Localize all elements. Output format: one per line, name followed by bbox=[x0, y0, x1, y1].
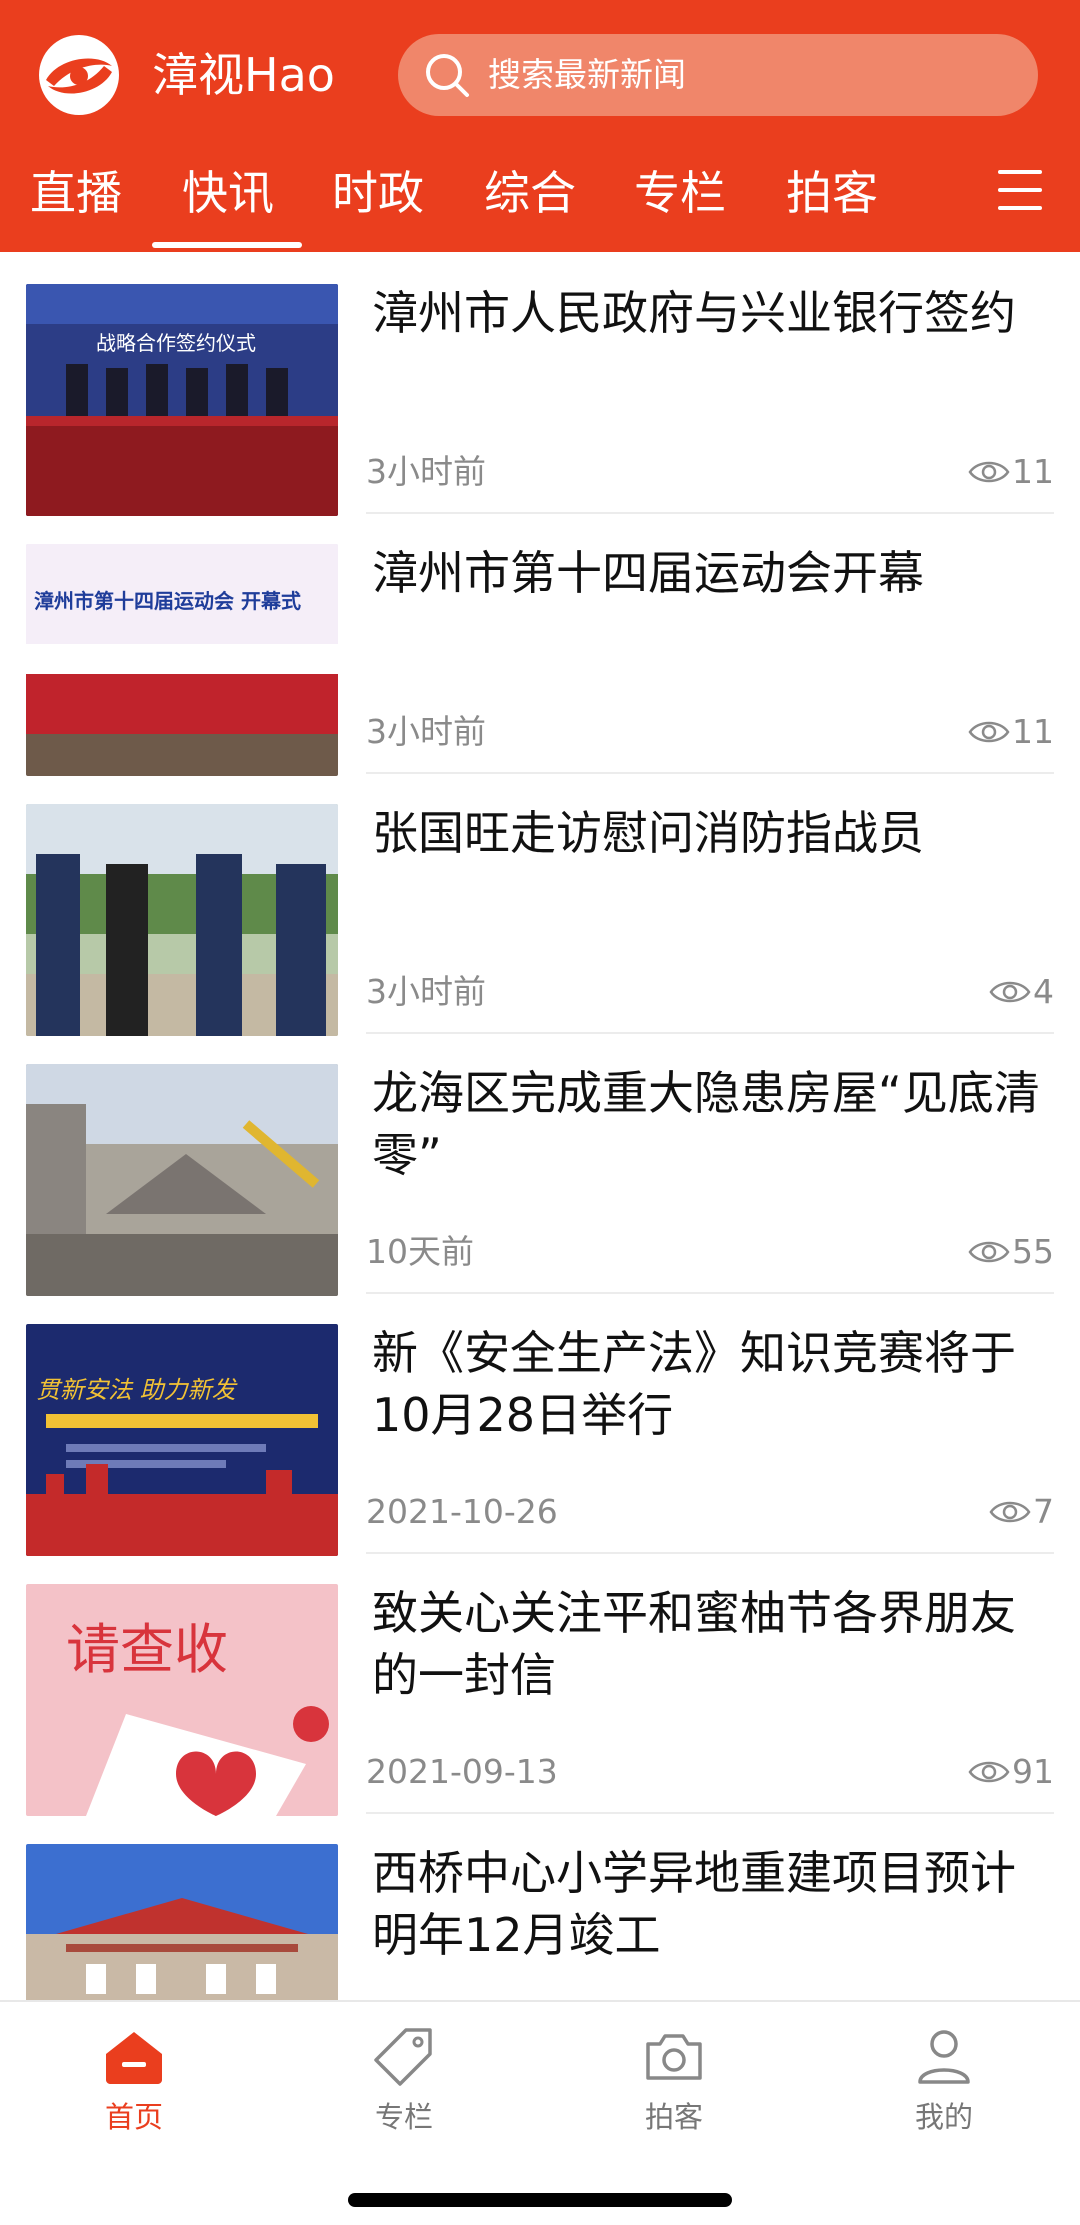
eye-icon bbox=[989, 981, 1031, 1003]
news-thumbnail bbox=[26, 1844, 338, 2000]
news-item[interactable]: 请查收 致关心关注平和蜜柚节各界朋友的一封信 2021-09-13 91 bbox=[0, 1552, 1080, 1816]
news-time: 2021-09-13 bbox=[366, 1752, 558, 1791]
news-time: 3小时前 bbox=[366, 452, 486, 491]
search-input[interactable]: 搜索最新新闻 bbox=[398, 34, 1038, 116]
thumbnail-banner-text: 战略合作签约仪式 bbox=[96, 331, 256, 355]
nav-label: 拍客 bbox=[644, 2100, 703, 2134]
eye-icon bbox=[968, 1761, 1010, 1783]
bottom-navigation: 首页 专栏 拍客 我的 bbox=[0, 2000, 1080, 2225]
news-thumbnail: 请查收 bbox=[26, 1584, 338, 1816]
news-item[interactable]: 战略合作签约仪式 漳州市人民政府与兴业银行签约 3小时前 11 bbox=[0, 252, 1080, 516]
view-count-value: 11 bbox=[1012, 712, 1054, 751]
news-title[interactable]: 漳州市第十四届运动会开幕 bbox=[372, 542, 1052, 604]
app-header: 漳视Hao 搜索最新新闻 直播 快讯 时政 综合 专栏 拍客 bbox=[0, 0, 1080, 252]
app-brand-title: 漳视Hao bbox=[152, 48, 335, 102]
app-logo-icon[interactable] bbox=[38, 34, 120, 116]
news-list: 战略合作签约仪式 漳州市人民政府与兴业银行签约 3小时前 11 漳州市第十四届运… bbox=[0, 252, 1080, 2000]
camera-icon bbox=[646, 2034, 702, 2080]
news-thumbnail bbox=[26, 1064, 338, 1296]
news-thumbnail: 战略合作签约仪式 bbox=[26, 284, 338, 516]
news-title[interactable]: 张国旺走访慰问消防指战员 bbox=[372, 802, 1052, 864]
eye-icon bbox=[968, 721, 1010, 743]
news-title[interactable]: 漳州市人民政府与兴业银行签约 bbox=[372, 282, 1052, 344]
tab-politics[interactable]: 时政 bbox=[332, 162, 424, 224]
news-time: 10天前 bbox=[366, 1232, 474, 1271]
nav-label: 我的 bbox=[914, 2100, 973, 2134]
view-count-value: 4 bbox=[1033, 972, 1054, 1011]
nav-label: 专栏 bbox=[374, 2100, 433, 2134]
home-icon bbox=[106, 2032, 162, 2084]
tab-live[interactable]: 直播 bbox=[30, 162, 122, 224]
eye-icon bbox=[989, 1501, 1031, 1523]
news-item[interactable]: 漳州市第十四届运动会 开幕式 漳州市第十四届运动会开幕 3小时前 11 bbox=[0, 512, 1080, 776]
view-count: 7 bbox=[989, 1490, 1054, 1534]
news-item[interactable]: 龙海区完成重大隐患房屋“见底清零” 10天前 55 bbox=[0, 1032, 1080, 1296]
home-indicator bbox=[348, 2193, 732, 2207]
view-count: 11 bbox=[968, 710, 1054, 754]
menu-icon[interactable] bbox=[998, 170, 1042, 210]
nav-profile[interactable]: 我的 bbox=[854, 2024, 1034, 2144]
view-count: 4 bbox=[989, 970, 1054, 1014]
news-time: 2021-10-26 bbox=[366, 1492, 558, 1531]
nav-column[interactable]: 专栏 bbox=[314, 2024, 494, 2144]
view-count-value: 7 bbox=[1033, 1492, 1054, 1531]
news-item[interactable]: 贯新安法 助力新发 新《安全生产法》知识竞赛将于10月28日举行 2021-10… bbox=[0, 1292, 1080, 1556]
thumbnail-banner-text: 贯新安法 助力新发 bbox=[36, 1376, 239, 1404]
active-tab-indicator bbox=[152, 242, 302, 248]
news-item[interactable]: 张国旺走访慰问消防指战员 3小时前 4 bbox=[0, 772, 1080, 1036]
eye-icon bbox=[968, 461, 1010, 483]
news-title[interactable]: 西桥中心小学异地重建项目预计明年12月竣工 bbox=[372, 1842, 1052, 1966]
news-thumbnail bbox=[26, 804, 338, 1036]
view-count-value: 11 bbox=[1012, 452, 1054, 491]
view-count: 11 bbox=[968, 450, 1054, 494]
thumbnail-banner-text: 漳州市第十四届运动会 开幕式 bbox=[34, 589, 301, 613]
thumbnail-banner-text: 请查收 bbox=[66, 1618, 228, 1681]
news-time: 3小时前 bbox=[366, 972, 486, 1011]
news-thumbnail: 漳州市第十四届运动会 开幕式 bbox=[26, 544, 338, 776]
news-title[interactable]: 新《安全生产法》知识竞赛将于10月28日举行 bbox=[372, 1322, 1052, 1446]
nav-label: 首页 bbox=[104, 2100, 163, 2134]
news-title[interactable]: 龙海区完成重大隐患房屋“见底清零” bbox=[372, 1062, 1052, 1186]
tag-icon bbox=[374, 2028, 432, 2086]
category-tabs: 直播 快讯 时政 综合 专栏 拍客 bbox=[0, 150, 1080, 252]
tab-general[interactable]: 综合 bbox=[484, 162, 576, 224]
news-item[interactable]: 西桥中心小学异地重建项目预计明年12月竣工 bbox=[0, 1812, 1080, 2000]
news-thumbnail: 贯新安法 助力新发 bbox=[26, 1324, 338, 1556]
view-count-value: 91 bbox=[1012, 1752, 1054, 1791]
eye-icon bbox=[968, 1241, 1010, 1263]
news-title[interactable]: 致关心关注平和蜜柚节各界朋友的一封信 bbox=[372, 1582, 1052, 1706]
nav-home[interactable]: 首页 bbox=[44, 2024, 224, 2144]
tab-reporter[interactable]: 拍客 bbox=[786, 162, 878, 224]
view-count: 91 bbox=[968, 1750, 1054, 1794]
view-count-value: 55 bbox=[1012, 1232, 1054, 1271]
tab-flash-news[interactable]: 快讯 bbox=[182, 162, 274, 224]
tab-column[interactable]: 专栏 bbox=[634, 162, 726, 224]
nav-reporter[interactable]: 拍客 bbox=[584, 2024, 764, 2144]
news-time: 3小时前 bbox=[366, 712, 486, 751]
search-icon bbox=[426, 54, 469, 97]
view-count: 55 bbox=[968, 1230, 1054, 1274]
search-placeholder: 搜索最新新闻 bbox=[488, 55, 686, 94]
user-icon bbox=[918, 2030, 970, 2084]
